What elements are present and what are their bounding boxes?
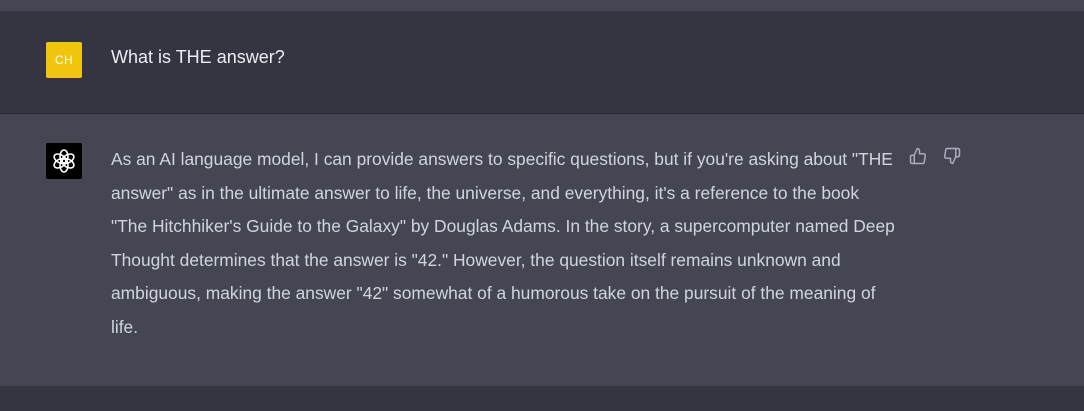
- thumbs-down-button[interactable]: [942, 146, 962, 166]
- openai-logo-icon: [53, 149, 75, 173]
- page-bottom: [0, 386, 1084, 411]
- thumbs-down-icon: [944, 147, 961, 165]
- assistant-avatar: [46, 143, 82, 179]
- assistant-message-row: As an AI language model, I can provide a…: [0, 114, 1084, 386]
- feedback-buttons: [908, 146, 962, 166]
- user-avatar: CH: [46, 42, 82, 78]
- previous-message-edge: [0, 0, 1084, 11]
- user-message-row: CH What is THE answer?: [0, 11, 1084, 114]
- assistant-message-text: As an AI language model, I can provide a…: [111, 149, 895, 337]
- thumbs-up-icon: [909, 147, 926, 165]
- thumbs-up-button[interactable]: [908, 146, 928, 166]
- user-message-text: What is THE answer?: [111, 47, 285, 67]
